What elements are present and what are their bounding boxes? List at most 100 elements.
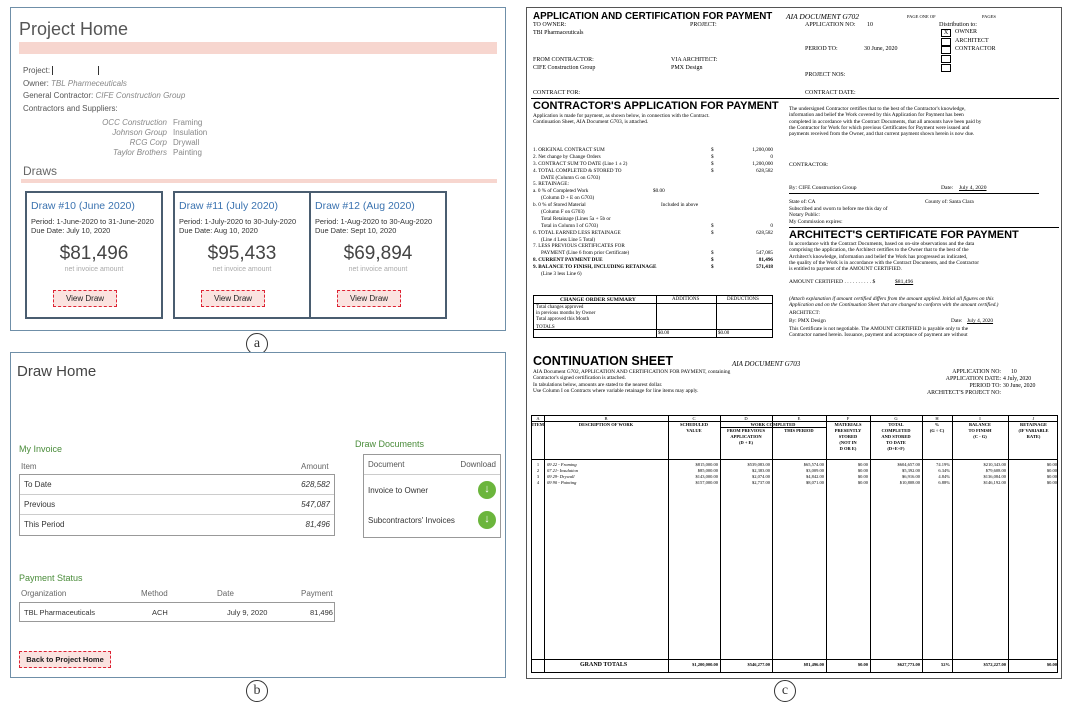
g702-line-label: (Line 4 Less Line 5 Total): [541, 236, 596, 243]
arch-line: Architect's knowledge, information and b…: [789, 253, 968, 260]
owner-checkbox[interactable]: X: [941, 29, 951, 37]
column-rule: [952, 416, 953, 672]
g702-line-label: 7. LESS PREVIOUS CERTIFICATES FOR: [533, 243, 625, 250]
column-letter: J: [1032, 416, 1035, 421]
g702-line-label: (Column F on G703): [541, 209, 585, 216]
contractors-label: Contractors and Suppliers:: [23, 103, 118, 113]
cert-line: payments received from the Owner, and th…: [789, 131, 975, 138]
documents-table: Document Download Invoice to Owner ↓ Subco…: [363, 454, 501, 538]
extra-checkbox-2[interactable]: [941, 64, 951, 72]
change-order-summary: CHANGE ORDER SUMMARY ADDITIONS DEDUCTION…: [533, 295, 773, 338]
column-header: (NOT IN: [839, 440, 857, 445]
cap-text: Application is made for payment, as show…: [533, 113, 710, 126]
table-cell: $146,192.00: [983, 480, 1007, 485]
column-header: SCHEDULED: [679, 422, 708, 427]
cs-aia-doc: AIA DOCUMENT G703: [732, 360, 801, 368]
table-cell: $3,009.00: [806, 468, 824, 473]
cap-title: CONTRACTOR'S APPLICATION FOR PAYMENT: [533, 100, 779, 112]
column-header: RATE): [1026, 434, 1041, 439]
g702-line: 3. CONTRACT SUM TO DATE (Line 1 ± 2) 1,20…: [533, 161, 773, 168]
table-cell: 09 29- Drywall: [547, 474, 575, 479]
download-icon[interactable]: ↓: [478, 511, 496, 529]
g702-line-value: 628,582: [756, 167, 773, 174]
back-to-project-home-button[interactable]: Back to Project Home: [19, 651, 111, 668]
invoice-table: To Date 628,582 Previous 547,087 This Peri…: [19, 474, 335, 536]
from-contractor-label: FROM CONTRACTOR:: [533, 57, 594, 63]
table-row: Previous 547,087: [20, 495, 334, 515]
view-draw-button[interactable]: View Draw: [53, 290, 117, 307]
contractor-name: Taylor Brothers: [113, 148, 167, 157]
architect-checkbox[interactable]: [941, 38, 951, 46]
arch-text: In accordance with the Contract Document…: [789, 241, 979, 272]
row-item: To Date: [24, 480, 52, 489]
draw-card: Draw #10 (June 2020) Period: 1-June-2020…: [25, 191, 163, 319]
co-rows: Total changes approved in previous month…: [536, 305, 595, 331]
g702-line: DATE (Column G on G703): [533, 175, 773, 182]
column-letter: I: [979, 416, 981, 421]
g702-line: (Column F on G703): [533, 209, 773, 216]
attach-line: Application and on the Continuation Shee…: [789, 302, 999, 309]
table-cell: $4,842.00: [806, 474, 824, 479]
column-header: %: [934, 422, 940, 427]
page-title: Project Home: [19, 19, 129, 39]
g702-lines: 1. ORIGINAL CONTRACT SUM 1,200,000 $2. Net…: [533, 147, 773, 278]
contractor-trade: Drywall: [173, 138, 200, 147]
draw-documents-heading: Draw Documents: [355, 439, 425, 449]
period-to-label: PERIOD TO:: [805, 46, 838, 52]
column-rule: [1008, 416, 1009, 672]
table-cell: $136,084.00: [983, 474, 1007, 479]
draw-due-date: Due Date: Sept 10, 2020: [315, 226, 397, 235]
caption-b: b: [246, 680, 268, 702]
g702-line-value: 1,200,000: [752, 160, 773, 167]
caption-c: c: [774, 680, 796, 702]
page-title: Draw Home: [17, 363, 97, 380]
column-header: APPLICATION: [730, 434, 762, 439]
table-cell: $2,383.00: [752, 468, 770, 473]
table-cell: 4.84%: [938, 474, 950, 479]
totals-rule: [532, 659, 1057, 660]
project-home-panel: Project Home Project: Owner: TBL Pharmec…: [10, 7, 506, 331]
row-item: This Period: [24, 520, 65, 529]
dollar-sign: $: [711, 257, 714, 264]
project-label: Project:: [23, 66, 51, 75]
contractor-checkbox[interactable]: [941, 46, 951, 54]
column-letter: A: [536, 416, 540, 421]
g702-line-value: Included in above: [661, 202, 699, 209]
to-owner-label: TO OWNER:: [533, 22, 567, 28]
draw-card: Draw #12 (Aug 2020) Period: 1-Aug-2020 t…: [309, 191, 447, 319]
column-header: FROM PREVIOUS: [726, 428, 766, 433]
draw-amount-label: net invoice amount: [348, 266, 408, 273]
g702-line-label: 4. TOTAL COMPLETED & STORED TO: [533, 167, 622, 174]
g702-line: 9. BALANCE TO FINISH, INCLUDING RETAINAG…: [533, 264, 773, 271]
column-header: VALUE: [686, 428, 702, 433]
extra-checkbox-1[interactable]: [941, 55, 951, 63]
g702-line-label: 6. TOTAL EARNED LESS RETAINAGE: [533, 229, 621, 236]
draw-title: Draw #12 (Aug 2020): [315, 200, 415, 212]
co-row: Total approved this Month: [536, 317, 590, 322]
view-draw-button[interactable]: View Draw: [337, 290, 401, 307]
pay-header-org: Organization: [21, 589, 67, 598]
payment-row: TBL Pharmaceuticals ACH July 9, 2020 81,…: [19, 602, 335, 622]
my-invoice-heading: My Invoice: [19, 444, 63, 454]
table-cell: 3: [536, 474, 540, 479]
download-icon[interactable]: ↓: [478, 481, 496, 499]
dollar-sign: $: [711, 167, 714, 174]
row-amount: 628,582: [301, 480, 330, 489]
cs-period: 30 June, 2020: [1003, 383, 1036, 389]
continuation-table: WORK COMPLETED A ITEM B DESCRIPTION OF WORK C…: [531, 415, 1058, 673]
gc-value: CIFE Construction Group: [95, 91, 186, 100]
contractor-name: OCC Construction: [102, 118, 167, 127]
table-cell: $0.00: [857, 468, 868, 473]
table-cell: $0.00: [857, 480, 868, 485]
view-draw-button[interactable]: View Draw: [201, 290, 265, 307]
payment-date: July 9, 2020: [227, 607, 268, 617]
dist-contractor: CONTRACTOR: [955, 46, 996, 52]
draw-amount: $95,433: [207, 243, 277, 264]
draw-due-date: Due Date: July 10, 2020: [31, 226, 111, 235]
draw-period: Period: 1-June-2020 to 31-June-2020: [31, 217, 154, 226]
work-completed-header: WORK COMPLETED: [750, 422, 796, 427]
table-cell: $0.00: [1046, 462, 1057, 467]
attach-text: (Attach explanation if amount certified …: [789, 296, 998, 309]
document-header: Document: [368, 460, 405, 469]
g702-line-label: 8. CURRENT PAYMENT DUE: [533, 257, 603, 264]
